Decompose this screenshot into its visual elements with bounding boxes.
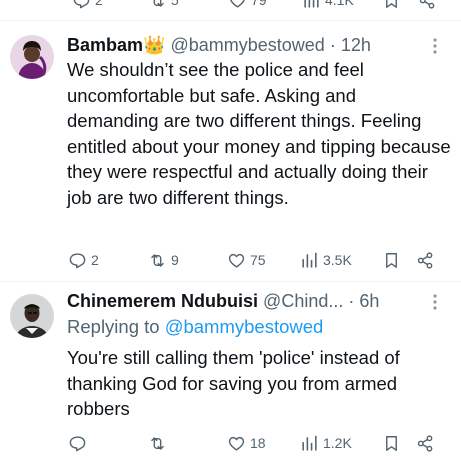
more-icon [433,294,437,310]
more-icon [433,38,437,54]
repost-icon [151,436,164,450]
tweet-actions: 2 9 75 3.5K [0,248,461,272]
like-count: 75 [250,252,266,268]
bookmark-icon [386,0,397,8]
timestamp[interactable]: · 12h [330,35,371,55]
display-name[interactable]: Chinemerem Ndubuisi [67,291,258,311]
repost-button[interactable] [148,431,171,455]
views-icon [302,435,317,451]
repost-button[interactable]: 9 [148,248,179,272]
avatar[interactable] [10,35,54,79]
share-button[interactable] [416,431,435,455]
repost-icon [151,253,164,267]
reply-icon [69,435,86,451]
reply-button[interactable]: 2 [68,248,99,272]
reply-icon [73,0,90,8]
replying-handle-link[interactable]: @bammybestowed [165,316,324,337]
reply-icon [69,252,86,268]
bookmark-button[interactable] [382,431,401,455]
views-button[interactable]: 1.2K [300,431,352,455]
tweet-header: Chinemerem Ndubuisi @Chind... · 6h [67,290,379,312]
share-icon [419,0,435,9]
like-icon [228,253,245,268]
repost-count: 5 [171,0,179,8]
user-handle[interactable]: @Chind... [263,291,343,311]
tweet-header: Bambam👑 @bammybestowed · 12h [67,34,371,56]
views-count: 4.1K [325,0,354,8]
previous-tweet-actions: 2 5 79 4.1K [0,0,461,12]
tweet-text: You're still calling them 'police' inste… [67,347,400,419]
share-button[interactable] [418,0,437,12]
timestamp[interactable]: · 6h [348,291,379,311]
reply-button[interactable]: 2 [72,0,103,12]
avatar[interactable] [10,294,54,338]
repost-count: 9 [171,252,179,268]
reply-count: 2 [95,0,103,8]
tweet-text: We shouldn’t see the police and feel unc… [67,59,451,208]
repost-button[interactable]: 5 [148,0,179,12]
tweet-actions: 18 1.2K [0,431,461,455]
views-icon [302,252,317,268]
repost-icon [153,0,164,7]
like-button[interactable]: 75 [227,248,266,272]
replying-label: Replying to [67,316,160,337]
views-count: 3.5K [323,252,352,268]
share-button[interactable] [416,248,435,272]
bookmark-button[interactable] [382,248,401,272]
like-button[interactable]: 79 [228,0,267,12]
reply-count: 2 [91,252,99,268]
bookmark-button[interactable] [382,0,401,12]
divider [0,281,461,282]
more-button[interactable] [432,293,438,314]
share-icon [417,251,433,269]
like-count: 79 [251,0,267,8]
views-icon [304,0,319,8]
reply-button[interactable] [68,431,91,455]
divider [0,20,461,21]
like-icon [228,436,245,451]
more-button[interactable] [432,37,438,58]
views-button[interactable]: 3.5K [300,248,352,272]
views-count: 1.2K [323,435,352,451]
like-icon [230,0,245,8]
share-icon [417,434,433,452]
like-button[interactable]: 18 [227,431,266,455]
display-name[interactable]: Bambam [67,35,143,55]
views-button[interactable]: 4.1K [302,0,354,12]
replying-to: Replying to @bammybestowed [67,315,323,339]
user-handle[interactable]: @bammybestowed [170,35,324,55]
bookmark-icon [386,435,397,451]
like-count: 18 [250,435,266,451]
bookmark-icon [386,252,397,268]
crown-emoji: 👑 [143,35,166,55]
